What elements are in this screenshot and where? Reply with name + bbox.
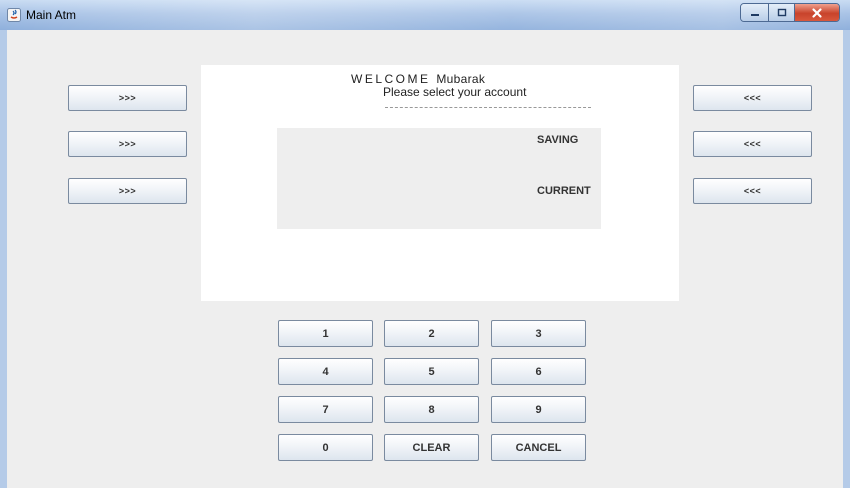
- left-select-button-1[interactable]: >>>: [68, 85, 187, 111]
- minimize-icon: [750, 13, 759, 16]
- keypad-button-5[interactable]: 5: [384, 358, 479, 385]
- right-select-button-1[interactable]: <<<: [693, 85, 812, 111]
- close-button[interactable]: [795, 4, 839, 21]
- keypad-button-1[interactable]: 1: [278, 320, 373, 347]
- atm-window: Main Atm >>> >>> >>> <<< <<< <<< WELCOME…: [0, 0, 850, 488]
- window-title: Main Atm: [26, 8, 77, 22]
- atm-screen: WELCOME Mubarak Please select your accou…: [201, 65, 679, 301]
- title-bar[interactable]: Main Atm: [0, 0, 850, 31]
- window-frame-right: [843, 30, 850, 488]
- clear-button[interactable]: CLEAR: [384, 434, 479, 461]
- left-select-button-2[interactable]: >>>: [68, 131, 187, 157]
- account-options-panel: SAVING CURRENT: [277, 128, 601, 229]
- welcome-word: WELCOME: [351, 72, 431, 86]
- right-select-button-2[interactable]: <<<: [693, 131, 812, 157]
- keypad-button-8[interactable]: 8: [384, 396, 479, 423]
- customer-name: Mubarak: [436, 72, 486, 86]
- title-bar-gloss: [0, 0, 850, 30]
- keypad-button-4[interactable]: 4: [278, 358, 373, 385]
- keypad-button-2[interactable]: 2: [384, 320, 479, 347]
- keypad-button-9[interactable]: 9: [491, 396, 586, 423]
- minimize-button[interactable]: [741, 4, 769, 21]
- atm-content-panel: >>> >>> >>> <<< <<< <<< WELCOME Mubarak …: [7, 30, 843, 488]
- window-controls: [740, 3, 840, 22]
- window-frame-left: [0, 30, 7, 488]
- keypad-button-0[interactable]: 0: [278, 434, 373, 461]
- keypad-button-3[interactable]: 3: [491, 320, 586, 347]
- account-option-saving[interactable]: SAVING: [537, 134, 578, 146]
- java-app-icon: [7, 8, 21, 22]
- maximize-icon: [777, 8, 786, 16]
- left-select-button-3[interactable]: >>>: [68, 178, 187, 204]
- right-select-button-3[interactable]: <<<: [693, 178, 812, 204]
- maximize-button[interactable]: [769, 4, 795, 21]
- keypad-button-7[interactable]: 7: [278, 396, 373, 423]
- keypad-button-6[interactable]: 6: [491, 358, 586, 385]
- close-icon: [812, 7, 822, 18]
- welcome-message: WELCOME Mubarak: [351, 72, 485, 86]
- cancel-button[interactable]: CANCEL: [491, 434, 586, 461]
- account-prompt: Please select your account: [383, 85, 527, 99]
- screen-divider: [385, 107, 591, 108]
- account-option-current[interactable]: CURRENT: [537, 185, 591, 197]
